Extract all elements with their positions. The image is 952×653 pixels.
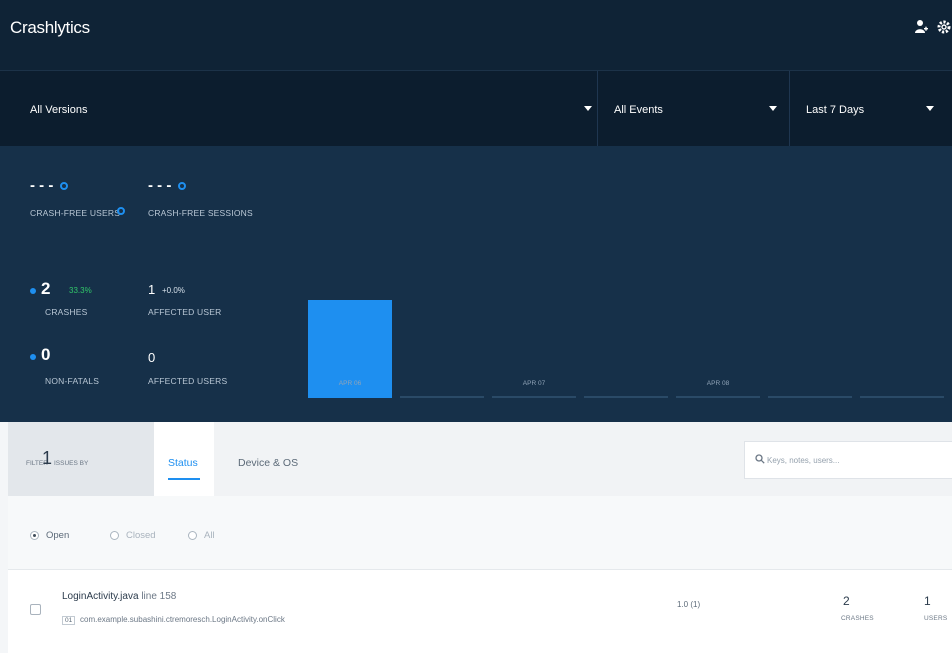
filter-count: 1 — [42, 448, 53, 468]
tab-device-os-label: Device & OS — [238, 457, 299, 469]
radio-icon — [30, 531, 39, 540]
top-icons — [914, 19, 952, 35]
affected-users-value: 0 — [148, 350, 156, 365]
issues-by-label: ISSUES BY — [54, 460, 89, 467]
issue-users-count: 1 — [924, 594, 931, 608]
affected-user-label: AFFECTED USER — [148, 307, 222, 317]
stats-panel: - - - CRASH-FREE USERS - - - CRASH-FREE … — [0, 146, 952, 422]
issue-users-label: USERS — [924, 615, 948, 622]
status-all-label: All — [204, 530, 215, 541]
issue-file-name: LoginActivity.java — [62, 591, 139, 602]
issue-title[interactable]: LoginActivity.java line 158 — [62, 591, 176, 602]
chevron-down-icon — [584, 106, 592, 111]
crash-free-users-value: - - - — [30, 177, 54, 194]
chart-bar-empty[interactable] — [676, 396, 760, 398]
chevron-down-icon — [769, 106, 777, 111]
status-closed-label: Closed — [126, 530, 156, 541]
top-bar: Crashlytics — [0, 0, 952, 70]
affected-user-value: 1 — [148, 282, 156, 297]
radio-icon — [110, 531, 119, 540]
info-icon — [60, 182, 68, 190]
chart-bar-empty[interactable] — [860, 396, 944, 398]
tab-status-label: Status — [168, 457, 198, 469]
status-closed-radio[interactable]: Closed — [110, 530, 156, 541]
issue-checkbox[interactable] — [30, 604, 41, 615]
status-open-radio[interactable]: Open — [30, 530, 69, 541]
issue-crashes-label: CRASHES — [841, 615, 874, 622]
crashes-label: CRASHES — [45, 307, 88, 317]
search-input[interactable] — [767, 452, 947, 468]
events-dropdown-label: All Events — [614, 104, 663, 116]
issue-method: com.example.subashini.ctremoresch.LoginA… — [80, 615, 285, 624]
chart-bar-empty[interactable] — [768, 396, 852, 398]
chart-bar-empty[interactable] — [492, 396, 576, 398]
status-all-radio[interactable]: All — [188, 530, 215, 541]
active-tab-indicator — [168, 478, 200, 480]
date-range-dropdown[interactable]: Last 7 Days — [790, 71, 952, 147]
chart-bar-empty[interactable] — [584, 396, 668, 398]
versions-dropdown[interactable]: All Versions — [14, 71, 596, 147]
info-icon — [178, 182, 186, 190]
date-range-dropdown-label: Last 7 Days — [806, 104, 865, 116]
issue-line: line 158 — [141, 591, 177, 602]
non-fatals-value: 0 — [41, 345, 51, 364]
crash-free-sessions-value: - - - — [148, 177, 172, 194]
crash-free-sessions-label: CRASH-FREE SESSIONS — [148, 208, 253, 218]
issue-type-badge: 01 — [62, 616, 76, 625]
chart-tick-label: APR 08 — [706, 380, 730, 387]
info-icon[interactable] — [117, 207, 125, 215]
issue-version: 1.0 (1) — [677, 600, 701, 609]
tab-status[interactable]: Status — [154, 422, 214, 496]
issues-toolbar: FILTER 1 ISSUES BY Status Device & OS — [8, 422, 952, 496]
chevron-down-icon — [926, 106, 934, 111]
non-fatals-series-dot — [30, 354, 36, 360]
affected-users-label: AFFECTED USERS — [148, 376, 228, 386]
tab-device-os[interactable]: Device & OS — [214, 422, 314, 496]
crashes-bar-chart — [308, 288, 952, 398]
crash-free-users-label: CRASH-FREE USERS — [30, 208, 121, 218]
chart-tick-label: APR 07 — [522, 380, 546, 387]
non-fatals-label: NON-FATALS — [45, 376, 100, 386]
chart-tick-label: APR 06 — [338, 380, 362, 387]
crashes-series-dot — [30, 288, 36, 294]
search-box[interactable] — [744, 441, 952, 479]
crashes-value: 2 — [41, 279, 51, 298]
crashlytics-page: Crashlytics All Versions All Events Last… — [0, 0, 952, 653]
gear-icon[interactable] — [936, 19, 952, 35]
events-dropdown[interactable]: All Events — [598, 71, 788, 147]
radio-icon — [188, 531, 197, 540]
search-icon — [755, 454, 765, 464]
filter-count-box[interactable]: FILTER 1 ISSUES BY — [8, 422, 154, 496]
versions-dropdown-label: All Versions — [30, 104, 88, 116]
status-filter-row: Open Closed All — [8, 496, 952, 570]
crashes-change: 33.3% — [69, 286, 92, 295]
affected-user-change: +0.0% — [162, 286, 185, 295]
user-add-icon[interactable] — [914, 19, 928, 35]
chart-bar-empty[interactable] — [400, 396, 484, 398]
filter-bar: All Versions All Events Last 7 Days — [0, 70, 952, 147]
issue-crashes-count: 2 — [843, 594, 850, 608]
app-title: Crashlytics — [10, 18, 90, 37]
status-open-label: Open — [46, 530, 70, 541]
issue-row[interactable]: LoginActivity.java line 158 01 com.examp… — [8, 570, 952, 653]
